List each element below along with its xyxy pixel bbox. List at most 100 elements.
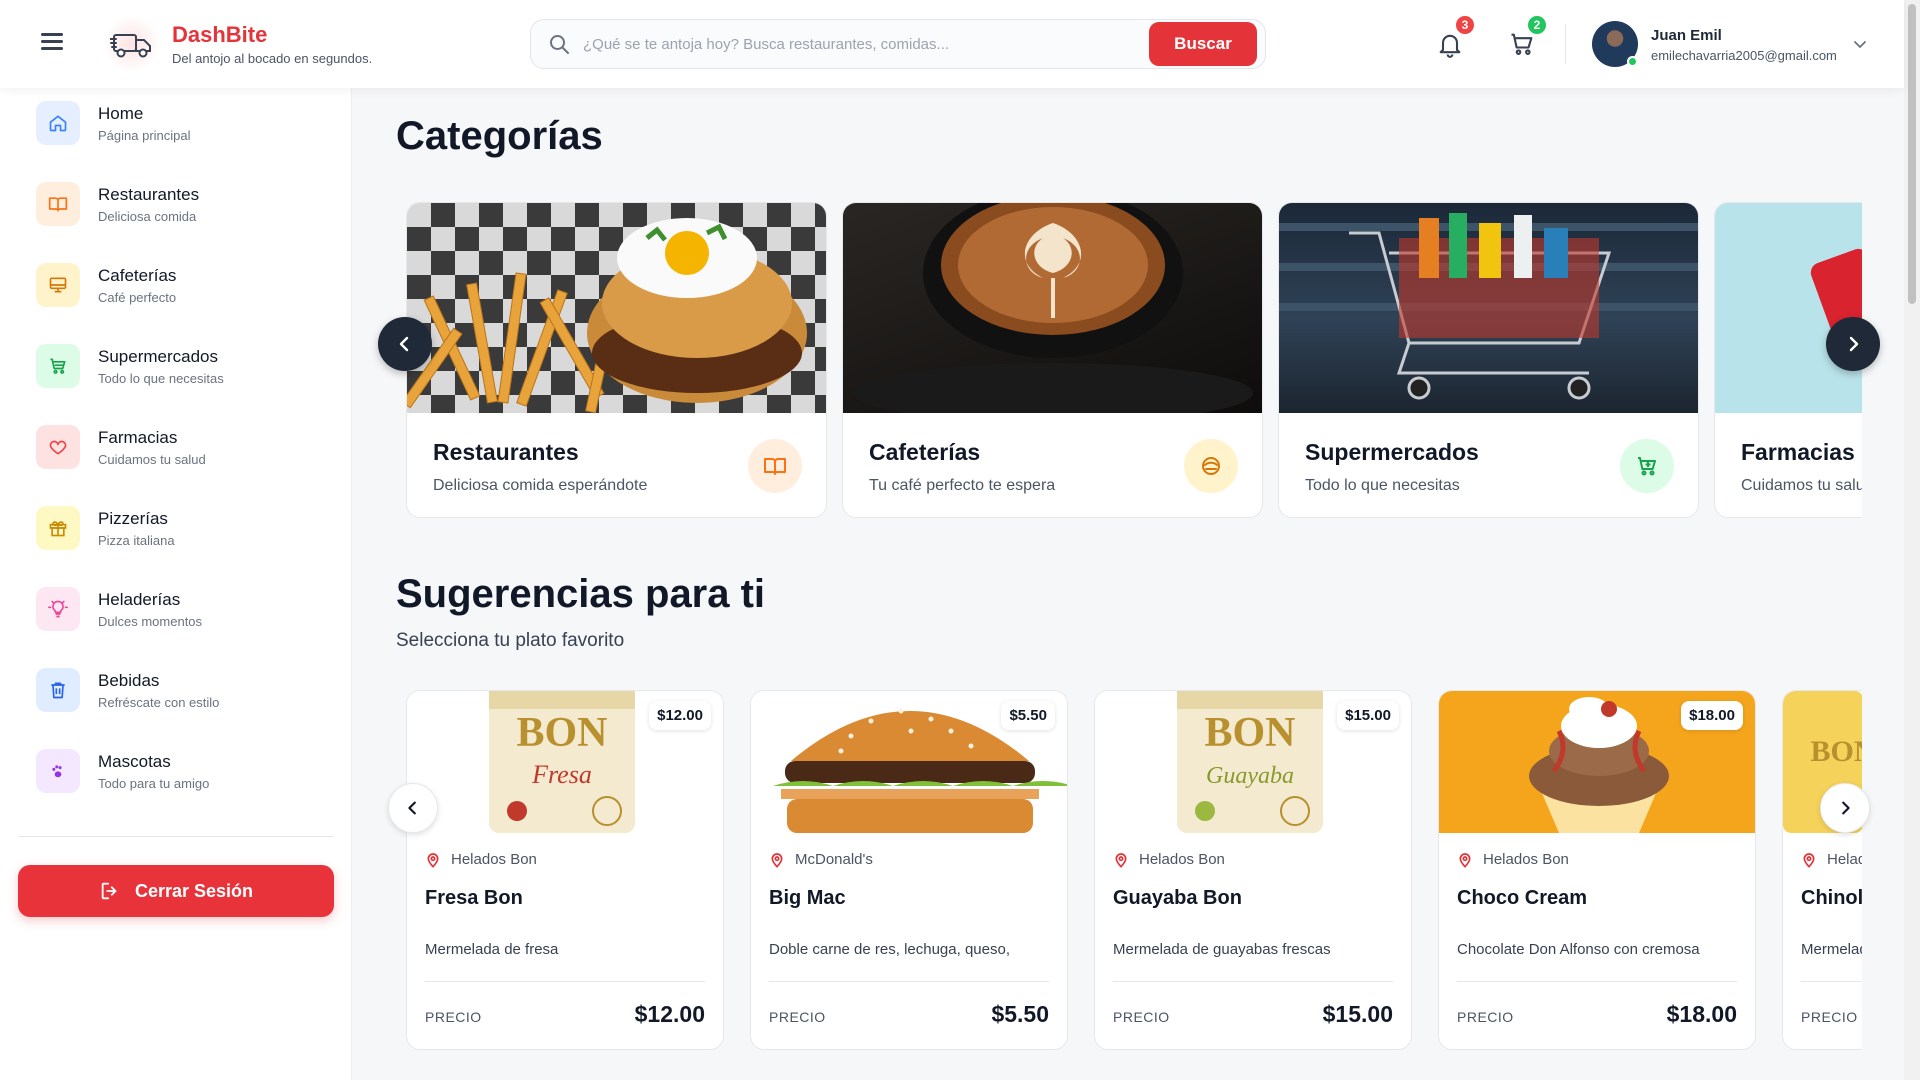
categories-next-button[interactable] [1826,317,1880,371]
brand-name[interactable]: DashBite [172,22,267,48]
location-pin-icon [427,852,439,868]
category-title: Cafeterías [869,439,981,465]
category-card-cafeterias[interactable]: Cafeterías Tu café perfecto te espera [842,202,1263,518]
fresa-bon-jar-image: BON Fresa $12.00 [407,691,723,833]
suggestions-prev-button[interactable] [388,783,438,833]
product-card[interactable]: BON Fresa $12.00 Helados Bon Fresa Bon M… [406,690,724,1050]
user-name[interactable]: Juan Emil [1651,27,1722,44]
paw-icon [36,749,80,793]
suggestions-title: Sugerencias para ti [396,572,766,616]
product-name: Fresa Bon [425,887,523,909]
product-desc: Doble carne de res, lechuga, queso, [769,941,1010,958]
sidebar-item-heladerias[interactable]: Heladerías Dulces momentos [18,576,334,642]
sidebar-item-label: Heladerías [98,589,181,609]
category-title: Supermercados [1305,439,1479,465]
product-store-name: Helados Bon [1827,851,1862,868]
svg-text:Guayaba: Guayaba [1206,763,1294,789]
chevron-left-icon [408,801,416,815]
categories-prev-button[interactable] [378,317,432,371]
location-pin-icon [771,852,783,868]
product-card[interactable]: $5.50 McDonald's Big Mac Doble carne de … [750,690,1068,1050]
sidebar-item-sub: Página principal [98,127,191,143]
guayaba-bon-jar-image: BON Guayaba $15.00 [1095,691,1411,833]
suggestions-subtitle: Selecciona tu plato favorito [396,630,625,651]
product-store-name: Helados Bon [1139,851,1225,868]
search-button[interactable]: Buscar [1149,22,1257,66]
product-store: Helados Bon [1113,851,1225,868]
product-card[interactable]: BON Guayaba $15.00 Helados Bon Guayaba B… [1094,690,1412,1050]
coffee-icon [1184,439,1238,493]
product-price: $18.00 [1666,1001,1737,1027]
cart-plus-icon [1620,439,1674,493]
sidebar-item-label: Supermercados [98,346,219,366]
product-store-name: Helados Bon [451,851,537,868]
product-store: Helados Bon [1457,851,1569,868]
sidebar-item-bebidas[interactable]: Bebidas Refréscate con estilo [18,657,334,723]
logout-label: Cerrar Sesión [134,880,254,901]
sidebar-item-label: Mascotas [98,751,171,771]
product-divider [769,981,1049,982]
category-title: Farmacias [1741,439,1855,465]
product-divider [425,981,705,982]
notifications-button[interactable]: 3 [1436,14,1476,58]
product-store: Helados Bon [1801,851,1862,868]
avatar[interactable] [1592,21,1638,67]
product-divider [1457,981,1737,982]
sidebar: Home Página principal Restaurantes Delicio… [0,88,352,1080]
category-title: Restaurantes [433,439,579,465]
scrollbar-thumb[interactable] [1908,4,1916,304]
sidebar-item-label: Bebidas [98,670,160,690]
sidebar-item-farmacias[interactable]: Farmacias Cuidamos tu salud [18,414,334,480]
svg-text:BON: BON [1810,735,1862,768]
sidebar-item-label: Cafeterías [98,265,177,285]
shopping-cart-image [1279,203,1698,413]
search-input[interactable] [571,35,1149,53]
category-desc: Tu café perfecto te espera [869,477,1056,494]
hamburger-menu-icon[interactable] [38,29,66,57]
suggestions-next-button[interactable] [1820,783,1870,833]
sidebar-item-mascotas[interactable]: Mascotas Todo para tu amigo [18,738,334,804]
sidebar-item-label: Pizzerías [98,508,168,528]
brand-tagline: Del antojo al bocado en segundos. [172,51,373,66]
sidebar-item-cafeterias[interactable]: Cafeterías Café perfecto [18,252,334,318]
location-pin-icon [1803,852,1815,868]
book-icon [36,182,80,226]
product-card[interactable]: $18.00 Helados Bon Choco Cream Chocolate… [1438,690,1756,1050]
sidebar-item-pizzerias[interactable]: Pizzerías Pizza italiana [18,495,334,561]
cart-icon [36,344,80,388]
price-tag: $5.50 [1001,701,1055,730]
logout-button[interactable]: Cerrar Sesión [18,865,334,917]
product-name: Guayaba Bon [1113,887,1242,909]
sidebar-item-supermercados[interactable]: Supermercados Todo lo que necesitas [18,333,334,399]
product-store: Helados Bon [425,851,537,868]
logout-icon [101,882,117,900]
price-tag: $15.00 [1337,701,1399,730]
sidebar-item-label: Home [98,103,144,123]
category-card-restaurantes[interactable]: Restaurantes Deliciosa comida esperándot… [406,202,827,518]
chevron-down-icon[interactable] [1852,36,1868,52]
cart-button[interactable]: 2 [1508,14,1548,58]
sidebar-item-sub: Café perfecto [98,289,177,305]
category-desc: Todo lo que necesitas [1305,477,1460,494]
sidebar-item-home[interactable]: Home Página principal [18,90,334,156]
product-name: Big Mac [769,887,846,909]
product-card[interactable]: BON Helados Bon Chinola Bon Mermelada de… [1782,690,1862,1050]
book-icon [748,439,802,493]
svg-text:BON: BON [1204,710,1295,756]
sidebar-item-sub: Refréscate con estilo [98,694,220,710]
category-desc: Cuidamos tu salud [1741,477,1862,494]
product-price: $15.00 [1322,1001,1393,1027]
bulb-icon [36,587,80,631]
product-desc: Chocolate Don Alfonso con cremosa [1457,941,1700,958]
trash-icon [36,668,80,712]
category-card-supermercados[interactable]: Supermercados Todo lo que necesitas [1278,202,1699,518]
search-icon [550,35,569,54]
sidebar-item-sub: Dulces momentos [98,613,203,629]
categories-title: Categorías [396,114,603,158]
price-label: PRECIO [769,1009,826,1025]
sidebar-item-sub: Pizza italiana [98,532,175,548]
sidebar-item-restaurantes[interactable]: Restaurantes Deliciosa comida [18,171,334,237]
suggestions-carousel: BON Fresa $12.00 Helados Bon Fresa Bon M… [406,690,1862,1080]
page-scrollbar[interactable] [1904,0,1920,1080]
product-store-name: Helados Bon [1483,851,1569,868]
